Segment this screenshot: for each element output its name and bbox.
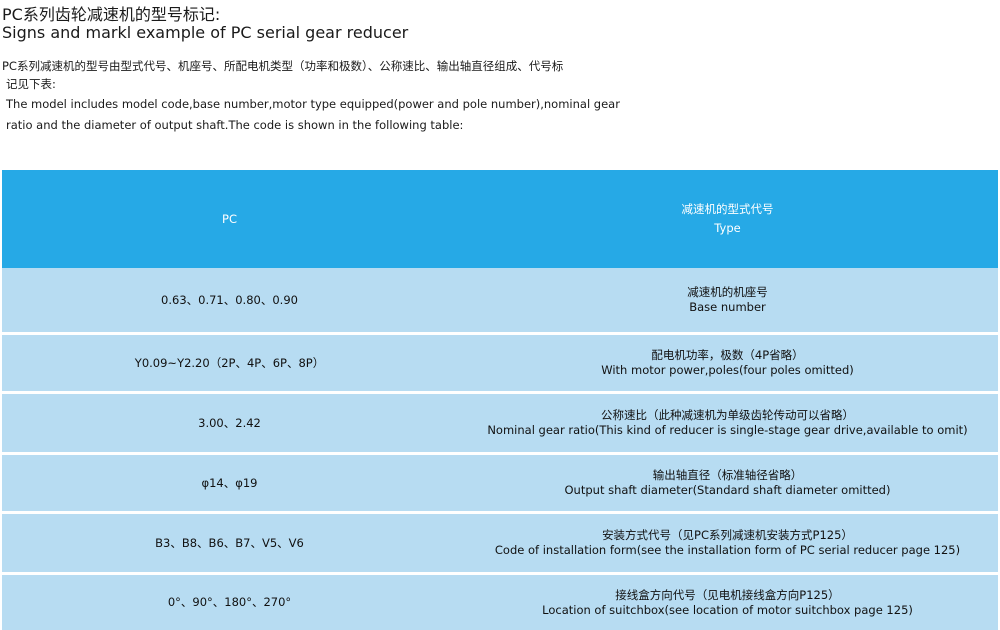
intro-line-2: 记见下表:	[6, 77, 56, 91]
header-cell-left: PC	[2, 170, 457, 268]
row-cell-right: 减速机的机座号 Base number	[457, 268, 998, 332]
row-right-en: Code of installation form(see the instal…	[494, 543, 961, 557]
table-row: 0°、90°、180°、270° 接线盒方向代号（见电机接线盒方向P125） L…	[2, 575, 998, 630]
header-cell-right: 减速机的型式代号 Type	[457, 170, 998, 268]
row-right-cn: 配电机功率，极数（4P省略）	[651, 348, 804, 362]
header-right-en: Type	[714, 221, 741, 235]
row-left-value: Y0.09~Y2.20（2P、4P、6P、8P）	[134, 355, 325, 370]
header-left-label: PC	[222, 211, 237, 226]
row-cell-left: B3、B8、B6、B7、V5、V6	[2, 514, 457, 572]
row-cell-left: 0°、90°、180°、270°	[2, 575, 457, 630]
row-left-value: 0°、90°、180°、270°	[167, 595, 292, 609]
row-right-cn: 接线盒方向代号（见电机接线盒方向P125）	[615, 587, 840, 602]
row-right-cn: 减速机的机座号	[687, 285, 768, 299]
table-header-row: PC 减速机的型式代号 Type	[2, 170, 998, 268]
intro-line-4: ratio and the diameter of output shaft.T…	[6, 118, 464, 132]
row-left-value: B3、B8、B6、B7、V5、V6	[155, 535, 304, 550]
row-left-value: 3.00、2.42	[198, 415, 261, 430]
row-right-cn: 输出轴直径（标准轴径省略）	[652, 468, 803, 482]
table-row: φ14、φ19 输出轴直径（标准轴径省略） Output shaft diame…	[2, 455, 998, 511]
row-cell-right: 接线盒方向代号（见电机接线盒方向P125） Location of suitch…	[457, 575, 998, 630]
page-title-cn: PC系列齿轮减速机的型号标记:	[2, 5, 221, 24]
row-cell-right: 公称速比（此种减速机为单级齿轮传动可以省略） Nominal gear rati…	[457, 394, 998, 452]
row-left-value: 0.63、0.71、0.80、0.90	[161, 292, 298, 307]
intro-line-1: PC系列减速机的型号由型式代号、机座号、所配电机类型（功率和极数）、公称速比、输…	[2, 59, 564, 73]
table-row: Y0.09~Y2.20（2P、4P、6P、8P） 配电机功率，极数（4P省略） …	[2, 335, 998, 391]
row-right-en: Output shaft diameter(Standard shaft dia…	[564, 483, 891, 497]
header-right-cn: 减速机的型式代号	[681, 202, 774, 216]
row-left-value: φ14、φ19	[201, 475, 258, 490]
row-cell-right: 配电机功率，极数（4P省略） With motor power,poles(fo…	[457, 335, 998, 391]
row-cell-left: 0.63、0.71、0.80、0.90	[2, 268, 457, 332]
row-right-en: Nominal gear ratio(This kind of reducer …	[487, 423, 968, 437]
row-cell-left: φ14、φ19	[2, 455, 457, 511]
row-cell-left: 3.00、2.42	[2, 394, 457, 452]
row-right-en: With motor power,poles(four poles omitte…	[601, 363, 854, 377]
table-row: B3、B8、B6、B7、V5、V6 安装方式代号（见PC系列减速机安装方式P12…	[2, 514, 998, 572]
row-right-cn: 安装方式代号（见PC系列减速机安装方式P125）	[602, 528, 853, 542]
row-right-en: Location of suitchbox(see location of mo…	[542, 602, 913, 617]
page-title-en: Signs and markl example of PC serial gea…	[2, 23, 409, 42]
row-right-cn: 公称速比（此种减速机为单级齿轮传动可以省略）	[601, 408, 854, 422]
intro-line-3: The model includes model code,base numbe…	[6, 97, 620, 111]
row-cell-right: 输出轴直径（标准轴径省略） Output shaft diameter(Stan…	[457, 455, 998, 511]
row-right-en: Base number	[689, 300, 766, 314]
row-cell-right: 安装方式代号（见PC系列减速机安装方式P125） Code of install…	[457, 514, 998, 572]
row-cell-left: Y0.09~Y2.20（2P、4P、6P、8P）	[2, 335, 457, 391]
table-row: 0.63、0.71、0.80、0.90 减速机的机座号 Base number	[2, 268, 998, 332]
table-row: 3.00、2.42 公称速比（此种减速机为单级齿轮传动可以省略） Nominal…	[2, 394, 998, 452]
